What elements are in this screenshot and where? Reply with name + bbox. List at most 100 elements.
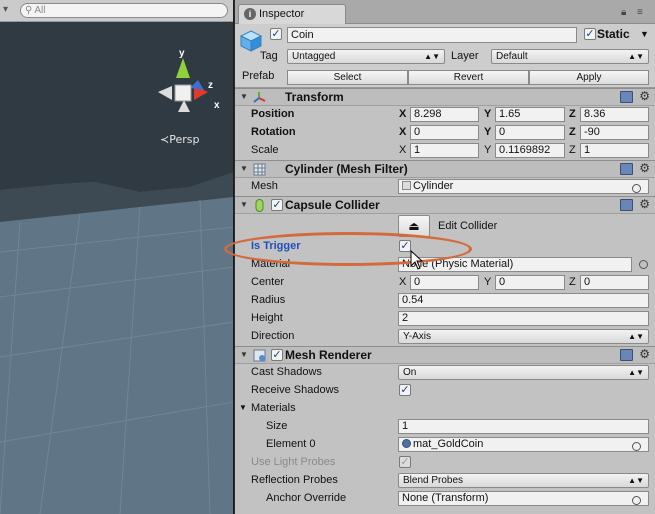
scale-y-field[interactable]: 0.1169892 [495, 143, 565, 158]
object-name-field[interactable]: Coin [287, 27, 577, 43]
dropdown-icon[interactable]: ▾ [3, 4, 15, 16]
foldout-icon[interactable]: ▼ [239, 403, 247, 412]
rotation-z-field[interactable]: -90 [580, 125, 649, 140]
materials-size-field[interactable]: 1 [398, 419, 649, 434]
object-picker-icon[interactable] [632, 496, 641, 505]
prefab-revert-button[interactable]: Revert [408, 70, 529, 85]
static-checkbox[interactable]: ✓ [584, 28, 596, 40]
svg-text:z: z [208, 80, 213, 91]
gear-icon[interactable]: ⚙ [639, 89, 650, 103]
axis-z-label: Z [569, 108, 576, 120]
svg-text:x: x [214, 100, 220, 111]
light-probes-checkbox: ✓ [399, 456, 411, 468]
tab-menu-icon[interactable]: ≡ [637, 7, 643, 18]
cube-icon [239, 30, 263, 52]
scale-x-field[interactable]: 1 [410, 143, 479, 158]
receive-shadows-label: Receive Shadows [251, 384, 340, 396]
prefab-select-button[interactable]: Select [287, 70, 408, 85]
help-book-icon[interactable] [620, 199, 633, 211]
lock-icon[interactable]: 🔒︎ [621, 7, 626, 18]
scene-search-input[interactable]: ⚲ All [20, 3, 228, 18]
center-z-field[interactable]: 0 [580, 275, 649, 290]
direction-dropdown[interactable]: Y-Axis ▲▼ [398, 329, 649, 344]
material-label: Material [251, 258, 291, 270]
mesh-renderer-enabled-checkbox[interactable]: ✓ [271, 349, 283, 361]
svg-text:y: y [179, 48, 185, 59]
radius-field[interactable]: 0.54 [398, 293, 649, 308]
element0-label: Element 0 [266, 438, 316, 450]
capsule-collider-header[interactable]: ▼ ✓ Capsule Collider ⚙ [235, 196, 655, 214]
dropdown-arrow-icon: ▲▼ [628, 52, 644, 61]
scene-view[interactable]: ▾ ⚲ All y z x ≺Persp [0, 0, 234, 514]
material-icon [402, 439, 411, 448]
capsule-collider-enabled-checkbox[interactable]: ✓ [271, 199, 283, 211]
mesh-row: Mesh Cylinder [235, 178, 655, 196]
cast-shadows-dropdown[interactable]: On ▲▼ [398, 365, 649, 380]
axis-y-label: Y [484, 126, 492, 138]
axis-z-label: Z [569, 276, 576, 288]
rotation-x-field[interactable]: 0 [410, 125, 479, 140]
object-picker-icon[interactable] [639, 260, 648, 269]
mesh-renderer-icon [253, 349, 266, 362]
material-object-field[interactable]: None (Physic Material) [398, 257, 632, 272]
mouse-cursor-icon [410, 250, 424, 270]
edit-collider-row: ⏏ Edit Collider [235, 214, 655, 238]
gear-icon[interactable]: ⚙ [639, 161, 650, 175]
active-checkbox[interactable]: ✓ [270, 28, 282, 40]
object-picker-icon[interactable] [632, 442, 641, 451]
rotation-y-field[interactable]: 0 [495, 125, 565, 140]
height-field[interactable]: 2 [398, 311, 649, 326]
foldout-icon[interactable]: ▼ [240, 92, 248, 101]
help-book-icon[interactable] [620, 91, 633, 103]
anchor-override-field[interactable]: None (Transform) [398, 491, 649, 506]
object-picker-icon[interactable] [632, 184, 641, 193]
help-book-icon[interactable] [620, 349, 633, 361]
tag-dropdown[interactable]: Untagged ▲▼ [287, 49, 445, 64]
scene-viewport[interactable]: y z x [0, 22, 234, 514]
mesh-renderer-header[interactable]: ▼ ✓ Mesh Renderer ⚙ [235, 346, 655, 364]
edit-collider-icon: ⏏ [408, 219, 420, 233]
axis-x-label: X [399, 144, 407, 156]
gear-icon[interactable]: ⚙ [639, 197, 650, 211]
capsule-collider-icon [255, 199, 264, 212]
reflection-probes-dropdown[interactable]: Blend Probes ▲▼ [398, 473, 649, 488]
mesh-object-field[interactable]: Cylinder [398, 179, 649, 194]
layer-dropdown[interactable]: Default ▲▼ [491, 49, 649, 64]
scale-z-field[interactable]: 1 [580, 143, 649, 158]
element0-object-field[interactable]: mat_GoldCoin [398, 437, 649, 452]
mesh-filter-header[interactable]: ▼ Cylinder (Mesh Filter) ⚙ [235, 160, 655, 178]
help-book-icon[interactable] [620, 163, 633, 175]
gear-icon[interactable]: ⚙ [639, 347, 650, 361]
reflection-probes-row: Reflection Probes Blend Probes ▲▼ [235, 472, 655, 490]
capsule-collider-title: Capsule Collider [285, 198, 380, 212]
persp-toggle[interactable]: ≺Persp [160, 133, 199, 146]
direction-row: Direction Y-Axis ▲▼ [235, 328, 655, 346]
anchor-override-row: Anchor Override None (Transform) [235, 490, 655, 508]
foldout-icon[interactable]: ▼ [240, 350, 248, 359]
edit-collider-button[interactable]: ⏏ [398, 215, 430, 237]
light-probes-row: Use Light Probes ✓ [235, 454, 655, 472]
position-z-field[interactable]: 8.36 [580, 107, 649, 122]
transform-header[interactable]: ▼ Transform ⚙ [235, 88, 655, 106]
layer-label: Layer [451, 50, 479, 62]
reflection-probes-label: Reflection Probes [251, 474, 338, 486]
search-icon: ⚲ [25, 5, 33, 16]
materials-row[interactable]: ▼ Materials [235, 400, 655, 418]
info-icon: i [244, 8, 256, 20]
dropdown-arrow-icon: ▲▼ [424, 52, 440, 61]
position-y-field[interactable]: 1.65 [495, 107, 565, 122]
center-y-field[interactable]: 0 [495, 275, 565, 290]
static-dropdown-icon[interactable]: ▼ [640, 29, 649, 39]
position-row: Position X 8.298 Y 1.65 Z 8.36 [235, 106, 655, 124]
tab-inspector[interactable]: i Inspector [238, 4, 346, 24]
prefab-apply-button[interactable]: Apply [529, 70, 649, 85]
position-x-field[interactable]: 8.298 [410, 107, 479, 122]
center-x-field[interactable]: 0 [410, 275, 479, 290]
axis-y-label: Y [484, 108, 492, 120]
is-trigger-label: Is Trigger [251, 240, 301, 252]
mesh-filter-title: Cylinder (Mesh Filter) [285, 162, 408, 176]
receive-shadows-checkbox[interactable]: ✓ [399, 384, 411, 396]
foldout-icon[interactable]: ▼ [240, 164, 248, 173]
foldout-icon[interactable]: ▼ [240, 200, 248, 209]
direction-label: Direction [251, 330, 295, 342]
